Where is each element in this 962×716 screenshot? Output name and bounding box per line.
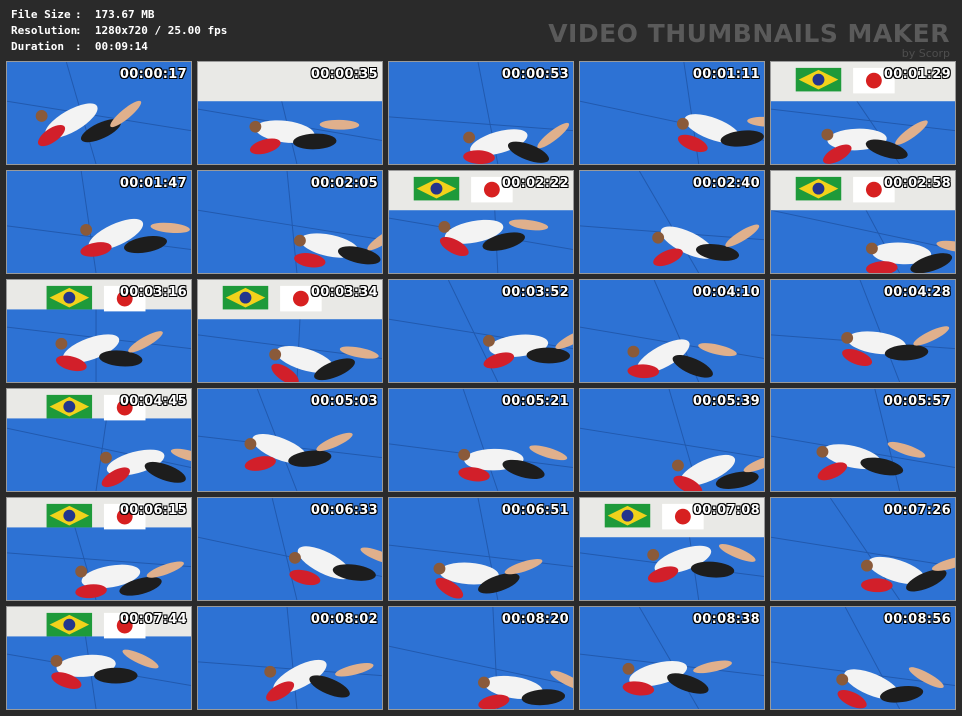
video-thumbnail[interactable]: 00:01:47 (6, 170, 192, 274)
resolution-row: Resolution : 1280x720 / 25.00 fps (11, 23, 227, 39)
duration-value: : 00:09:14 (75, 40, 148, 53)
timestamp-label: 00:08:56 (883, 612, 951, 627)
timestamp-label: 00:05:39 (692, 394, 760, 409)
timestamp-label: 00:03:16 (119, 285, 187, 300)
video-thumbnail[interactable]: 00:08:20 (388, 606, 574, 710)
timestamp-label: 00:02:05 (310, 176, 378, 191)
timestamp-label: 00:08:20 (501, 612, 569, 627)
timestamp-label: 00:06:15 (119, 503, 187, 518)
brand-subtitle: by Scorp (901, 47, 950, 60)
file-size-row: File Size : 173.67 MB (11, 7, 227, 23)
timestamp-label: 00:05:57 (883, 394, 951, 409)
duration-row: Duration : 00:09:14 (11, 39, 227, 55)
video-thumbnail[interactable]: 00:04:10 (579, 279, 765, 383)
timestamp-label: 00:01:29 (883, 67, 951, 82)
video-thumbnail[interactable]: 00:06:33 (197, 497, 383, 601)
video-thumbnail[interactable]: 00:02:05 (197, 170, 383, 274)
timestamp-label: 00:08:02 (310, 612, 378, 627)
timestamp-label: 00:02:22 (501, 176, 569, 191)
video-thumbnail[interactable]: 00:05:57 (770, 388, 956, 492)
timestamp-label: 00:01:11 (692, 67, 760, 82)
video-thumbnail[interactable]: 00:05:03 (197, 388, 383, 492)
timestamp-label: 00:02:58 (883, 176, 951, 191)
timestamp-label: 00:04:45 (119, 394, 187, 409)
timestamp-label: 00:06:51 (501, 503, 569, 518)
brand-watermark: VIDEO THUMBNAILS MAKER by Scorp (548, 19, 950, 60)
timestamp-label: 00:06:33 (310, 503, 378, 518)
timestamp-label: 00:00:53 (501, 67, 569, 82)
video-thumbnail[interactable]: 00:01:29 (770, 61, 956, 165)
video-thumbnail[interactable]: 00:03:52 (388, 279, 574, 383)
resolution-label: Resolution (11, 24, 78, 37)
timestamp-label: 00:00:35 (310, 67, 378, 82)
video-thumbnail[interactable]: 00:01:11 (579, 61, 765, 165)
video-thumbnail[interactable]: 00:07:44 (6, 606, 192, 710)
timestamp-label: 00:04:10 (692, 285, 760, 300)
video-thumbnail[interactable]: 00:07:08 (579, 497, 765, 601)
timestamp-label: 00:07:26 (883, 503, 951, 518)
timestamp-label: 00:00:17 (119, 67, 187, 82)
timestamp-label: 00:03:34 (310, 285, 378, 300)
timestamp-label: 00:07:08 (692, 503, 760, 518)
video-thumbnail[interactable]: 00:05:21 (388, 388, 574, 492)
thumbnail-grid: 00:00:17 00:00:35 00:00:53 00:01:11 00:01:29… (6, 61, 958, 715)
timestamp-label: 00:03:52 (501, 285, 569, 300)
resolution-value: : 1280x720 / 25.00 fps (75, 24, 228, 37)
brand-title: VIDEO THUMBNAILS MAKER (548, 19, 950, 48)
timestamp-label: 00:07:44 (119, 612, 187, 627)
video-thumbnail[interactable]: 00:00:17 (6, 61, 192, 165)
video-thumbnail[interactable]: 00:00:35 (197, 61, 383, 165)
video-thumbnail[interactable]: 00:02:40 (579, 170, 765, 274)
timestamp-label: 00:05:21 (501, 394, 569, 409)
video-thumbnail[interactable]: 00:06:15 (6, 497, 192, 601)
duration-label: Duration (11, 40, 64, 53)
video-thumbnail[interactable]: 00:08:38 (579, 606, 765, 710)
file-info-panel: File Size : 173.67 MB Resolution : 1280x… (11, 7, 227, 55)
video-thumbnail[interactable]: 00:03:34 (197, 279, 383, 383)
video-thumbnail[interactable]: 00:03:16 (6, 279, 192, 383)
timestamp-label: 00:08:38 (692, 612, 760, 627)
file-size-value: : 173.67 MB (75, 8, 155, 21)
video-thumbnail[interactable]: 00:06:51 (388, 497, 574, 601)
video-thumbnail[interactable]: 00:02:58 (770, 170, 956, 274)
video-thumbnail[interactable]: 00:00:53 (388, 61, 574, 165)
timestamp-label: 00:05:03 (310, 394, 378, 409)
video-thumbnail[interactable]: 00:08:02 (197, 606, 383, 710)
timestamp-label: 00:04:28 (883, 285, 951, 300)
file-size-label: File Size (11, 8, 71, 21)
video-thumbnail[interactable]: 00:07:26 (770, 497, 956, 601)
video-thumbnail[interactable]: 00:02:22 (388, 170, 574, 274)
timestamp-label: 00:01:47 (119, 176, 187, 191)
video-thumbnail[interactable]: 00:04:28 (770, 279, 956, 383)
video-thumbnail[interactable]: 00:05:39 (579, 388, 765, 492)
video-thumbnail[interactable]: 00:04:45 (6, 388, 192, 492)
timestamp-label: 00:02:40 (692, 176, 760, 191)
video-thumbnail[interactable]: 00:08:56 (770, 606, 956, 710)
